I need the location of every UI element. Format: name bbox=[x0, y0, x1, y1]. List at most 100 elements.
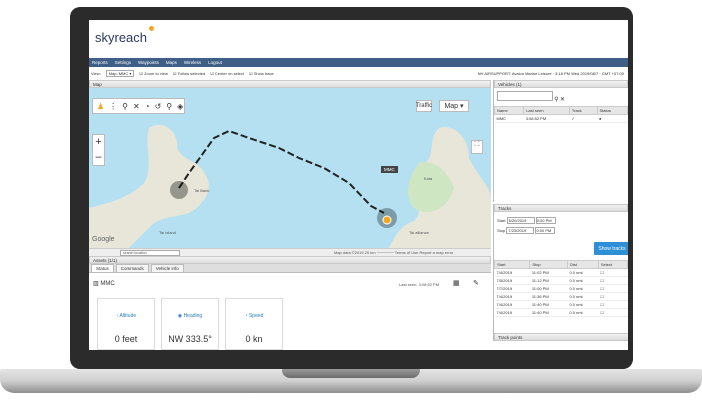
app-logo: skyreach bbox=[95, 26, 154, 45]
traffic-button[interactable]: Traffic bbox=[416, 100, 432, 112]
asset-name: ▥ MMC bbox=[93, 281, 115, 287]
grid-icon[interactable]: ⋮ bbox=[109, 102, 117, 111]
map-tools: ♟ ⋮ ⚲ ✕ ◔ ↺ ⚲ ◈ bbox=[92, 98, 185, 114]
col-start[interactable]: Start bbox=[493, 260, 531, 269]
nav-logout[interactable]: Logout bbox=[208, 60, 222, 65]
expand-icon[interactable]: ✕ bbox=[133, 102, 140, 111]
nav-waypoints[interactable]: Waypoints bbox=[138, 60, 159, 65]
google-logo: Google bbox=[92, 236, 115, 243]
magnify-icon[interactable]: ⚲ bbox=[122, 102, 128, 111]
option-trace[interactable]: ☑ Show trace bbox=[249, 71, 274, 76]
col-select[interactable]: Select bbox=[597, 260, 628, 269]
vehicle-search-input[interactable] bbox=[497, 91, 553, 101]
start-date-input[interactable]: 6/20/2019 bbox=[506, 217, 535, 224]
table-row[interactable]: 7/7/2019 11:00 PM 0.0 nmi ☐ bbox=[494, 284, 628, 293]
place-label-3: Tai alliance bbox=[409, 230, 429, 235]
tracks-range: Start 6/20/2019 0:00 PM Stop 7/23/2019 0… bbox=[494, 212, 628, 260]
nav-wireless[interactable]: Wireless bbox=[184, 60, 201, 65]
col-track[interactable]: Track bbox=[568, 106, 598, 115]
tracks-panel: Tracks Start 6/20/2019 0:00 PM Stop 7/23… bbox=[493, 204, 628, 341]
view-toolbar: View: Map: MMC ▾ ☑ Zoom to view ☑ Follow… bbox=[89, 69, 628, 78]
col-status[interactable]: Status bbox=[596, 106, 628, 115]
assets-tabs: Status Commands Vehicle info bbox=[89, 264, 491, 273]
option-center[interactable]: ☑ Center on select bbox=[210, 71, 244, 76]
tab-vehicle-info[interactable]: Vehicle info bbox=[150, 264, 184, 272]
laptop-notch bbox=[282, 369, 420, 378]
map-panel-header: Map bbox=[89, 80, 491, 88]
land-west bbox=[89, 124, 209, 248]
col-dist[interactable]: Dist bbox=[566, 260, 599, 269]
table-row[interactable]: MMC 3:08:52 PM ✓ ● bbox=[494, 114, 628, 123]
table-row[interactable]: 7/5/2019 11:12 PM 0.0 nmi ☐ bbox=[494, 276, 628, 285]
heading-value: NW 333.5° bbox=[168, 334, 212, 344]
clear-icon[interactable]: ✕ bbox=[560, 97, 565, 103]
place-label-1: Tai Bank bbox=[194, 188, 210, 193]
map-attribution: Map data ©2019 20 km ────── Terms of Use… bbox=[334, 250, 454, 255]
vehicle-label[interactable]: MMC bbox=[381, 166, 398, 173]
nav-maps[interactable]: Maps bbox=[166, 60, 177, 65]
altitude-value: 0 feet bbox=[114, 334, 138, 344]
col-stop[interactable]: Stop bbox=[529, 260, 568, 269]
place-label-2: Tai Island bbox=[159, 230, 176, 235]
heading-label: ◉ Heading bbox=[177, 313, 203, 319]
asset-last-seen: Last seen: 3:08:52 PM bbox=[399, 282, 440, 287]
zoom-control: + – bbox=[92, 134, 105, 166]
vehicles-header: Vehicles (1) bbox=[494, 80, 628, 88]
vehicle-marker bbox=[382, 215, 392, 225]
main-nav: Reports Settings Waypoints Maps Wireless… bbox=[89, 58, 628, 67]
speed-value: 0 kn bbox=[245, 334, 263, 344]
table-row[interactable]: 7/4/2019 11:40 PM 0.0 nmi ☐ bbox=[494, 308, 628, 317]
altitude-label: ↑ Altitude bbox=[115, 313, 137, 319]
nav-settings[interactable]: Settings bbox=[115, 60, 131, 65]
app-screen: skyreach Reports Settings Waypoints Maps… bbox=[89, 20, 628, 350]
map-canvas[interactable]: MMC Tai Bank Kota Tai Island Tai allianc… bbox=[89, 88, 491, 248]
track-points-header[interactable]: Track points bbox=[494, 333, 628, 341]
tracks-table: Start Stop Dist Select 7/4/2019 11:02 PM 0… bbox=[493, 260, 628, 317]
view-label: View: bbox=[91, 71, 101, 76]
tab-commands[interactable]: Commands bbox=[115, 264, 149, 272]
edit-icon[interactable]: ✎ bbox=[473, 279, 479, 287]
zoom-in-button[interactable]: + bbox=[93, 135, 104, 150]
heading-card: ◉ Heading NW 333.5° bbox=[161, 298, 219, 350]
tracks-header: Tracks bbox=[494, 204, 628, 212]
zoom-out-button[interactable]: – bbox=[93, 150, 104, 165]
show-tracks-button[interactable]: Show tracks bbox=[594, 242, 628, 255]
start-time-input[interactable]: 0:00 PM bbox=[535, 217, 556, 224]
vehicles-panel: Vehicles (1) ⚲ ✕ Name Last seen Track St… bbox=[493, 80, 628, 202]
table-row[interactable]: 7/4/2019 11:02 PM 0.0 nmi ☐ bbox=[494, 268, 628, 277]
view-select[interactable]: Map: MMC ▾ bbox=[105, 70, 135, 77]
table-row[interactable]: 7/4/2019 11:36 PM 0.0 nmi ☐ bbox=[494, 292, 628, 301]
stop-date-input[interactable]: 7/23/2019 bbox=[506, 227, 535, 234]
track-marker-start bbox=[170, 181, 188, 199]
vehicles-search: ⚲ ✕ bbox=[494, 88, 628, 106]
map-panel: Map MMC Tai Bank Kota Tai Island Tai all… bbox=[89, 80, 491, 256]
altitude-card: ↑ Altitude 0 feet bbox=[97, 298, 155, 350]
tab-status[interactable]: Status bbox=[91, 264, 114, 272]
col-last-seen[interactable]: Last seen bbox=[523, 106, 570, 115]
nav-reports[interactable]: Reports bbox=[92, 60, 108, 65]
stop-time-input[interactable]: 0:00 PM bbox=[535, 227, 556, 234]
map-type-button[interactable]: Map ▾ bbox=[439, 100, 469, 112]
option-zoom[interactable]: ☑ Zoom to view bbox=[139, 71, 168, 76]
option-follow[interactable]: ☑ Follow selected bbox=[173, 71, 205, 76]
person-icon[interactable]: ♟ bbox=[97, 102, 104, 111]
table-row[interactable]: 7/4/2019 11:40 PM 0.0 nmi ☐ bbox=[494, 300, 628, 309]
speed-label: ◔ Speed bbox=[244, 313, 264, 319]
map-footer: search location Map data ©2019 20 km ───… bbox=[89, 248, 491, 256]
grid-view-icon[interactable]: ▦ bbox=[453, 279, 460, 287]
account-info: NH AIRSUPPORT: Avalon Marine Leisure · 3… bbox=[477, 71, 624, 76]
undo-icon[interactable]: ↺ bbox=[155, 102, 162, 111]
place-label-0: Kota bbox=[424, 176, 433, 181]
search-icon[interactable]: ⚲ bbox=[554, 97, 558, 103]
speed-card: ◔ Speed 0 kn bbox=[225, 298, 283, 350]
vehicles-table: Name Last seen Track Status MMC 3:08:52 … bbox=[493, 106, 628, 123]
location-search-input[interactable]: search location bbox=[120, 249, 180, 256]
pin-icon[interactable]: ⚲ bbox=[166, 102, 172, 111]
fullscreen-icon[interactable]: ⛶ bbox=[471, 140, 483, 154]
col-name[interactable]: Name bbox=[493, 106, 525, 115]
layers-icon[interactable]: ◈ bbox=[177, 102, 183, 111]
logo-dot-icon bbox=[149, 26, 154, 31]
assets-panel: Assets (1/1) Status Commands Vehicle inf… bbox=[89, 256, 491, 350]
assets-header: Assets (1/1) bbox=[89, 256, 491, 264]
measure-icon[interactable]: ◔ bbox=[145, 102, 150, 111]
